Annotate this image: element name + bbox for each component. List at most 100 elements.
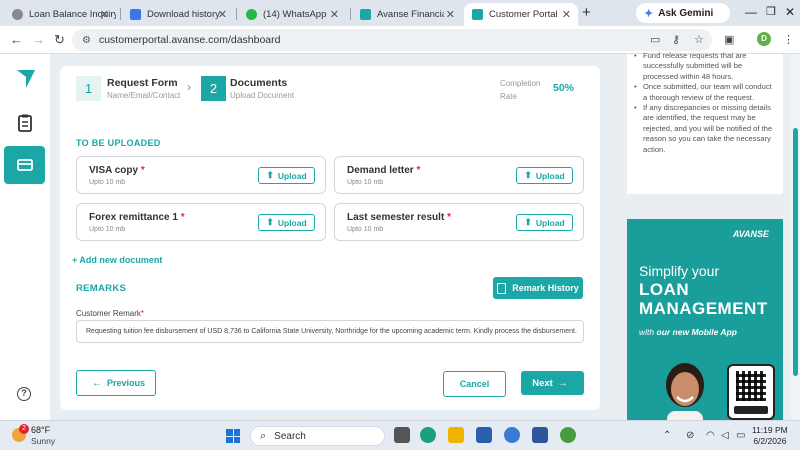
required-marker: * [447,212,451,223]
edge-browser-icon[interactable] [420,427,436,443]
chevron-right-icon: › [187,80,191,94]
back-arrow-icon[interactable]: ← [10,32,23,47]
step-1-subtitle: Name/Email/Contact [107,91,181,100]
gemini-sparkle-icon: ✦ [644,7,654,20]
add-new-document-link[interactable]: + Add new document [72,255,162,265]
url-field[interactable]: ⚙ customerportal.avanse.com/dashboard [72,29,712,51]
avanse-logo-icon[interactable] [15,68,37,90]
windows-start-icon[interactable] [226,429,240,443]
next-button[interactable]: Next → [521,371,584,395]
clipboard-icon[interactable] [14,112,36,134]
ask-gemini-button[interactable]: ✦ Ask Gemini [636,3,730,23]
weather-temperature: 68°F [31,425,51,435]
customer-remark-input[interactable]: Requesting tuition fee disbursement of U… [76,320,584,343]
guideline-item: Once submitted, our team will conduct a … [634,82,777,103]
upload-last-semester-result-button[interactable]: ⬆ Upload [516,214,573,231]
phone-qr-graphic [727,364,775,420]
upload-arrow-icon: ⬆ [524,217,532,227]
tab-download-history[interactable]: Download history ✕ [122,3,234,26]
screen-cast-icon[interactable]: ▭ [650,33,660,46]
promo-line-3: MANAGEMENT [639,299,768,318]
windows-taskbar: 2 68°F Sunny ⌕ Search ⌃ ⊘ ◠ ◁ ▭ 11:19 PM… [0,420,800,450]
scrollbar-thumb[interactable] [793,128,798,376]
store-icon[interactable] [476,427,492,443]
step-2-subtitle: Upload Document [230,91,295,100]
previous-button[interactable]: ← Previous [76,370,156,396]
arrow-right-icon: → [557,377,568,389]
word-icon[interactable] [532,427,548,443]
chrome-icon[interactable] [560,427,576,443]
volume-icon[interactable]: ◁ [721,430,729,441]
key-icon[interactable]: ⚷ [672,33,680,46]
promo-line-2: LOAN [639,280,690,299]
close-icon[interactable]: ✕ [218,8,227,21]
to-be-uploaded-heading: TO BE UPLOADED [76,138,161,148]
battery-icon[interactable]: ▭ [736,430,745,441]
profile-avatar[interactable]: D [757,32,771,46]
card-icon [17,159,33,171]
site-info-icon[interactable]: ⚙ [82,35,91,46]
forward-arrow-icon[interactable]: → [32,32,45,47]
tab-avanse-financial[interactable]: Avanse Financial Serv ✕ [352,3,462,26]
taskbar-search[interactable]: ⌕ Search [250,426,385,446]
promo-line-1: Simplify your [639,263,720,279]
student-photo [666,363,704,420]
close-icon[interactable]: ✕ [562,8,571,21]
cancel-button[interactable]: Cancel [443,371,506,397]
required-marker: * [180,212,185,223]
app-sidebar: ? [0,54,50,420]
task-view-icon[interactable] [394,427,410,443]
reload-icon[interactable]: ↻ [54,32,65,48]
document-icon [497,282,507,294]
close-icon[interactable]: ✕ [446,8,455,21]
bookmark-star-icon[interactable]: ☆ [694,33,704,46]
customer-remark-label: Customer Remark* [76,309,145,318]
upload-card-visa-copy: VISA copy * Upto 10 mb ⬆ Upload [76,156,326,194]
tab-loan-balance-inquiry[interactable]: Loan Balance Inquiry ✕ [4,3,116,26]
fund-release-form: 1 Request Form Name/Email/Contact › 2 Do… [60,66,600,410]
arrow-left-icon: ← [91,377,102,389]
tab-divider [120,8,121,20]
step-1-badge: 1 [76,76,101,101]
close-window-icon[interactable]: ✕ [785,5,795,19]
system-clock[interactable]: 11:19 PM 6/2/2026 [752,425,788,447]
qr-code-icon [736,371,766,401]
download-icon [130,9,141,20]
guidelines-panel: Fund release requests that are successfu… [627,51,783,194]
search-icon: ⌕ [260,429,267,442]
wifi-icon[interactable]: ◠ [706,430,715,441]
step-2-title: Documents [230,77,288,89]
help-icon[interactable]: ? [17,387,31,401]
minimize-icon[interactable]: — [745,5,757,19]
completion-rate-label: Completion Rate [500,79,541,101]
tab-customer-portal[interactable]: Customer Portal ✕ [464,3,578,26]
promo-line-4: with our new Mobile App [639,327,737,337]
file-explorer-icon[interactable] [448,427,464,443]
notification-badge: 2 [19,424,29,434]
restore-icon[interactable]: ❐ [766,5,776,18]
weather-condition: Sunny [31,436,56,446]
upload-visa-copy-button[interactable]: ⬆ Upload [258,167,315,184]
more-menu-icon[interactable]: ⋮ [783,33,794,46]
completion-rate-value: 50% [553,82,575,94]
step-2-badge: 2 [201,76,226,101]
new-tab-button[interactable]: + [582,4,591,21]
upload-demand-letter-button[interactable]: ⬆ Upload [516,167,573,184]
address-bar: ← → ↻ ⚙ customerportal.avanse.com/dashbo… [0,26,800,54]
google-play-badge-icon [734,406,768,414]
close-icon[interactable]: ✕ [330,8,339,21]
required-marker: * [140,165,145,176]
close-icon[interactable]: ✕ [100,8,109,21]
tab-whatsapp[interactable]: (14) WhatsApp ✕ [238,3,346,26]
sidebar-panel-icon[interactable]: ▣ [724,33,734,46]
browser-tab-strip: Loan Balance Inquiry ✕ Download history … [0,0,800,26]
required-marker: * [416,165,421,176]
remark-history-button[interactable]: Remark History [493,277,583,299]
avanse-icon [472,9,483,20]
no-connection-icon[interactable]: ⊘ [686,430,694,441]
upload-arrow-icon: ⬆ [524,170,532,180]
upload-forex-remittance-button[interactable]: ⬆ Upload [258,214,315,231]
mobile-app-promo-banner[interactable]: AVANSE Simplify your LOAN MANAGEMENT wit… [627,219,783,420]
chevron-up-icon[interactable]: ⌃ [663,430,671,441]
chrome-profile-icon[interactable] [504,427,520,443]
